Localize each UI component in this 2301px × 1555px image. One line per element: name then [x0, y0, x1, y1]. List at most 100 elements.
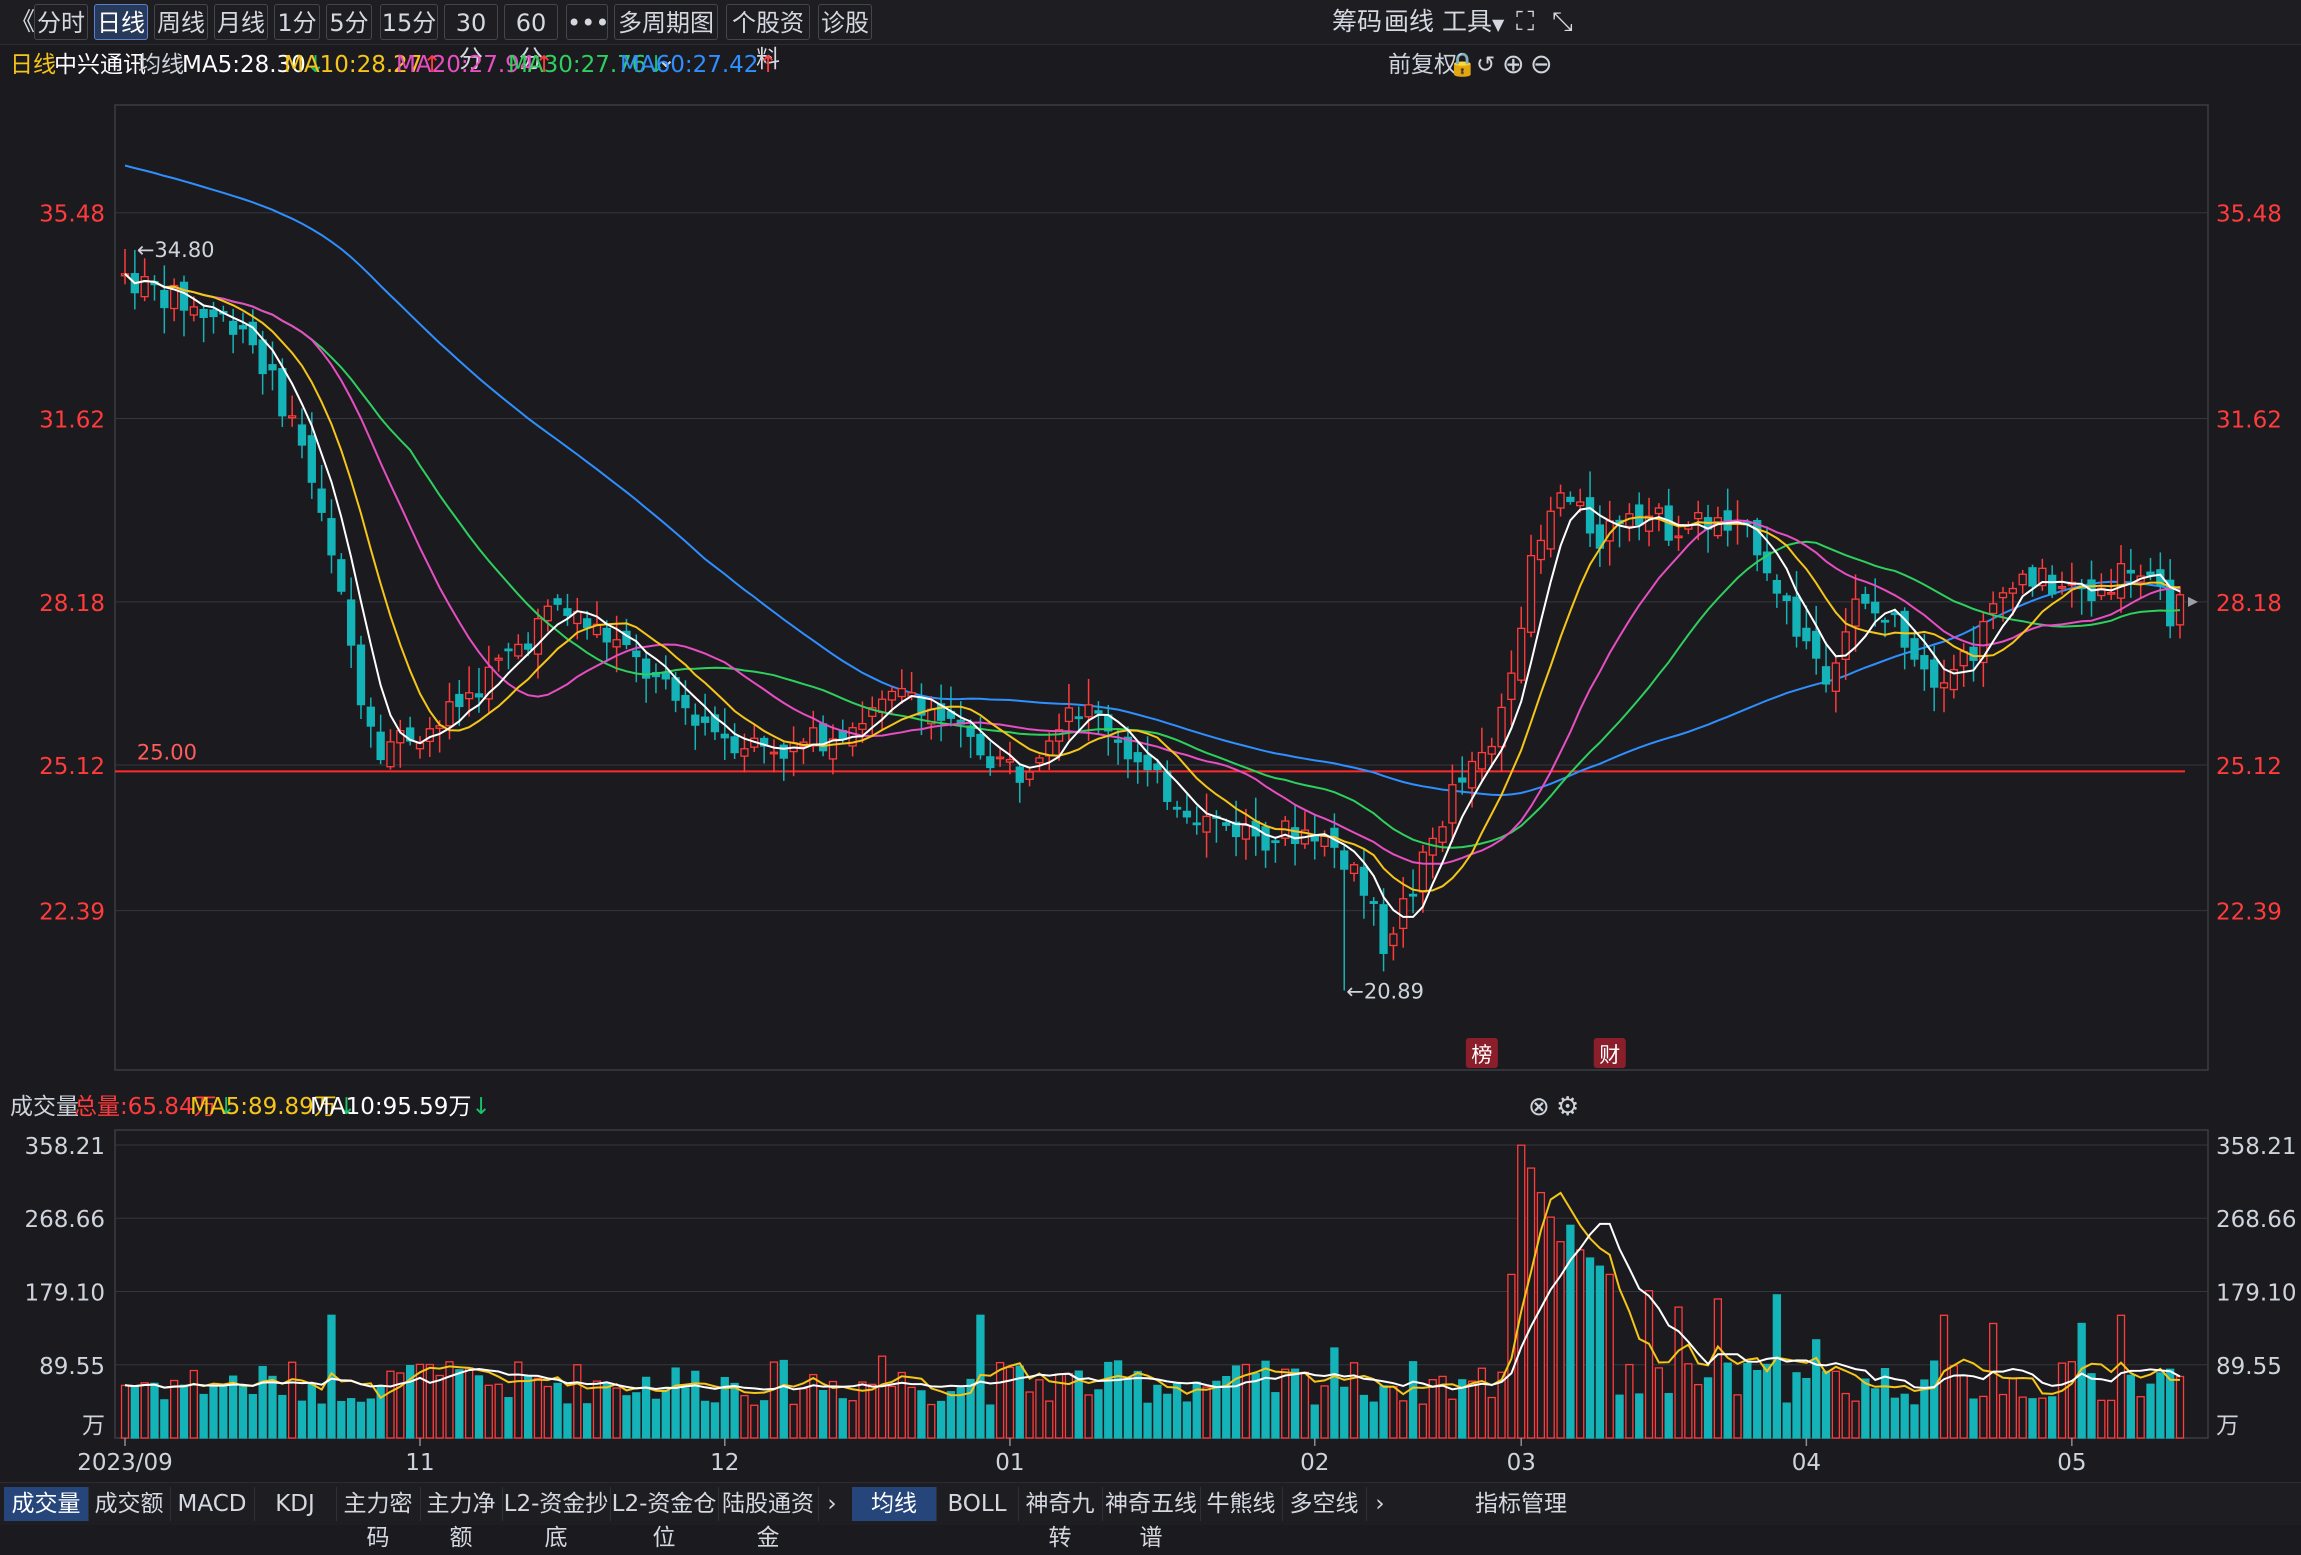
chevron-right-icon[interactable]: ›: [818, 1487, 846, 1521]
candle-body: [2008, 587, 2017, 594]
candle-body: [1015, 766, 1024, 783]
volume-bar: [1772, 1294, 1782, 1439]
candle-body: [2107, 591, 2116, 595]
tab-amount[interactable]: 成交额: [88, 1487, 171, 1521]
tab-magic-five[interactable]: 神奇五线谱: [1102, 1487, 1201, 1551]
volume-bar: [1153, 1384, 1162, 1439]
candle-body: [553, 598, 562, 605]
volume-bar: [1133, 1370, 1142, 1439]
price-annotation: 25.00: [137, 740, 197, 764]
tab-magic-nine[interactable]: 神奇九转: [1018, 1487, 1103, 1551]
candle-body: [2048, 574, 2057, 595]
candle-body: [229, 320, 238, 335]
volume-bar: [1261, 1360, 1270, 1439]
volume-bar: [691, 1370, 700, 1439]
candle-body: [455, 693, 464, 708]
volume-bar: [789, 1403, 798, 1439]
candle-body: [986, 756, 995, 769]
volume-bar: [1094, 1389, 1103, 1439]
ma5-line: [124, 273, 2181, 918]
volume-bar: [415, 1363, 425, 1439]
chevron-right-icon[interactable]: ›: [1366, 1487, 1394, 1521]
volume-bar: [1792, 1372, 1801, 1439]
volume-bar: [268, 1375, 277, 1439]
candle-body: [1458, 777, 1467, 783]
price-tick-right: 25.12: [2216, 754, 2282, 780]
tab-volume[interactable]: 成交量: [4, 1487, 89, 1521]
volume-bar: [435, 1374, 444, 1439]
tab-boll[interactable]: BOLL: [936, 1487, 1019, 1521]
candle-body: [1654, 507, 1664, 515]
candle-body: [1959, 651, 1968, 667]
volume-bar: [1900, 1393, 1909, 1439]
volume-bar: [602, 1382, 611, 1439]
volume-bar: [1576, 1249, 1585, 1439]
volume-bar: [917, 1390, 926, 1439]
tab-l2-position[interactable]: L2-资金仓位: [610, 1487, 719, 1551]
kline-chart[interactable]: ←34.80 ←20.89 25.00 榜 财 35.48 35.48 31.62 31.62…: [0, 0, 2301, 1524]
tab-hk-connect[interactable]: 陆股通资金: [718, 1487, 819, 1551]
volume-bar: [1389, 1386, 1398, 1439]
volume-bar: [828, 1380, 838, 1439]
price-tick-left: 31.62: [39, 407, 105, 433]
volume-bar: [1723, 1362, 1732, 1439]
candle-body: [1310, 835, 1319, 842]
volume-bar: [1625, 1363, 1634, 1439]
candle-body: [474, 693, 484, 698]
candle-body: [1438, 826, 1447, 843]
volume-bar: [730, 1382, 739, 1439]
candle-body: [632, 650, 641, 658]
arrow-down-icon: ↓: [471, 1094, 491, 1120]
tab-bull-bear[interactable]: 牛熊线: [1200, 1487, 1283, 1521]
volume-bar: [1104, 1361, 1113, 1439]
volume-bar: [1831, 1370, 1841, 1439]
candle-body: [1536, 539, 1546, 561]
volume-bar: [573, 1364, 582, 1439]
date-tick-label: 12: [710, 1450, 739, 1476]
tab-main-net[interactable]: 主力净额: [420, 1487, 503, 1551]
price-annotation: ←20.89: [1346, 980, 1424, 1004]
volume-bar: [514, 1361, 523, 1439]
tab-kdj[interactable]: KDJ: [254, 1487, 337, 1521]
candle-body: [1772, 579, 1782, 594]
volume-bar: [612, 1387, 621, 1439]
candle-body: [307, 435, 316, 483]
candle-body: [1880, 619, 1890, 623]
indicator-manage-button[interactable]: 指标管理: [1474, 1487, 1568, 1521]
gear-icon[interactable]: ⚙: [1556, 1088, 1579, 1126]
volume-bar: [1782, 1402, 1791, 1439]
volume-bar: [700, 1400, 710, 1439]
candle-body: [288, 415, 297, 419]
volume-bar: [199, 1393, 208, 1439]
candle-body: [779, 744, 788, 759]
candle-body: [1379, 904, 1388, 954]
candle-body: [2028, 567, 2037, 587]
volume-bar: [2087, 1373, 2096, 1439]
volume-bar: [337, 1400, 346, 1439]
candle-body: [1074, 716, 1083, 720]
tab-macd[interactable]: MACD: [170, 1487, 255, 1521]
volume-info-bar: 成交量 总量:65.84万↓ MA5:89.89万↓ MA10:95.59万↓ …: [0, 1088, 2301, 1126]
volume-bar: [1487, 1396, 1496, 1439]
candle-body: [1930, 659, 1939, 688]
price-tick-right: 28.18: [2216, 591, 2282, 617]
volume-bar: [1271, 1392, 1280, 1439]
tab-long-short[interactable]: 多空线: [1282, 1487, 1367, 1521]
candle-body: [140, 276, 149, 298]
volume-bar: [799, 1387, 808, 1439]
candle-body: [1389, 933, 1398, 947]
volume-bar: [1379, 1385, 1388, 1439]
candle-body: [1035, 757, 1044, 764]
volume-bar: [1408, 1361, 1418, 1439]
tab-l2-bottom[interactable]: L2-资金抄底: [502, 1487, 611, 1551]
candle-body: [1487, 745, 1496, 755]
volume-bar: [130, 1386, 139, 1439]
volume-bar: [1045, 1400, 1054, 1439]
tab-main-code[interactable]: 主力密码: [336, 1487, 421, 1551]
tab-ma[interactable]: 均线: [852, 1487, 937, 1521]
candle-body: [1507, 672, 1516, 701]
volume-bar: [1871, 1388, 1880, 1439]
volume-bar: [2028, 1398, 2037, 1439]
close-icon[interactable]: ⊗: [1528, 1088, 1550, 1126]
candle-body: [1939, 682, 1949, 689]
